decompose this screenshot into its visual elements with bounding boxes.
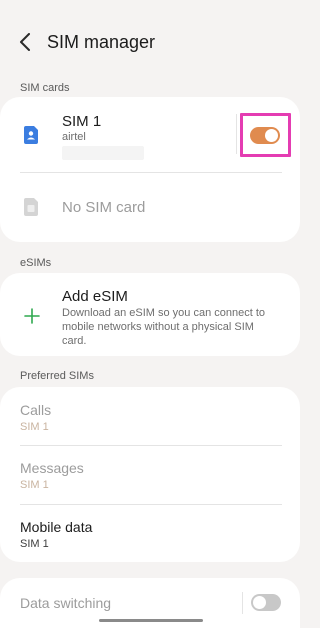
section-label-preferred: Preferred SIMs xyxy=(20,370,94,382)
redacted-number xyxy=(62,146,144,160)
mobile-data-title: Mobile data xyxy=(20,519,93,535)
toggle-divider xyxy=(236,114,237,154)
calls-title: Calls xyxy=(20,402,52,418)
messages-title: Messages xyxy=(20,460,84,476)
sim1-carrier: airtel xyxy=(62,131,86,143)
plus-icon xyxy=(23,307,41,325)
sim-card-icon xyxy=(22,197,40,217)
esim-card: Add eSIM Download an eSIM so you can con… xyxy=(0,273,300,356)
top-app-bar: SIM manager xyxy=(0,22,300,62)
no-sim-title: No SIM card xyxy=(62,199,146,216)
page-title: SIM manager xyxy=(47,32,156,52)
home-indicator xyxy=(99,619,203,622)
messages-row: Messages SIM 1 xyxy=(0,446,300,504)
add-esim-title: Add eSIM xyxy=(62,288,128,305)
back-arrow-icon[interactable] xyxy=(14,31,36,53)
data-switching-title: Data switching xyxy=(20,595,112,611)
calls-row: Calls SIM 1 xyxy=(0,387,300,445)
sim-card-icon xyxy=(22,125,40,145)
add-esim-row[interactable]: Add eSIM Download an eSIM so you can con… xyxy=(0,273,300,356)
toggle-knob xyxy=(253,596,266,609)
calls-value: SIM 1 xyxy=(20,421,49,433)
sim1-title: SIM 1 xyxy=(62,113,102,130)
preferred-card: Calls SIM 1 Messages SIM 1 Mobile data S… xyxy=(0,387,300,562)
add-esim-description: Download an eSIM so you can connect to m… xyxy=(62,307,266,347)
mobile-data-row[interactable]: Mobile data SIM 1 xyxy=(0,505,300,562)
mobile-data-value: SIM 1 xyxy=(20,538,49,550)
section-label-sim-cards: SIM cards xyxy=(20,82,70,94)
messages-value: SIM 1 xyxy=(20,479,49,491)
no-sim-row: No SIM card xyxy=(0,173,300,242)
highlight-box xyxy=(240,113,291,157)
data-switching-toggle[interactable] xyxy=(251,594,281,611)
toggle-divider xyxy=(242,592,243,614)
section-label-esims: eSIMs xyxy=(20,257,52,269)
